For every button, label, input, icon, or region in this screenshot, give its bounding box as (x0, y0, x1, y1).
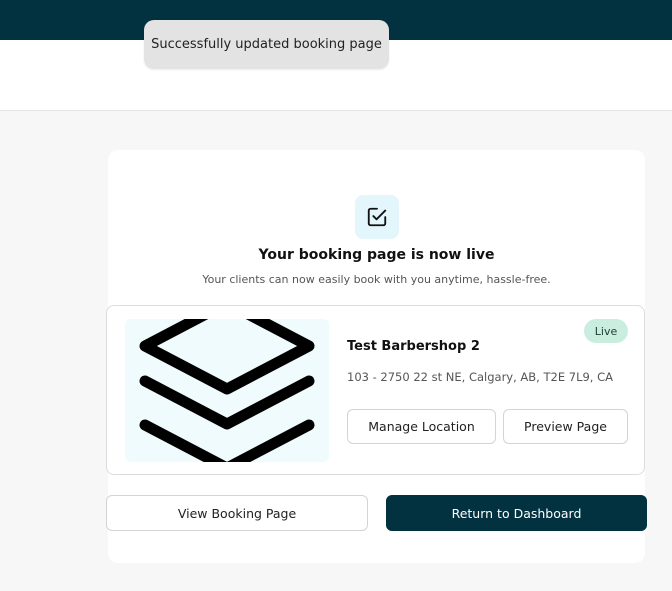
checkbox-check-icon (367, 207, 387, 227)
success-heading: Your booking page is now live (258, 247, 495, 263)
status-badge-label: Live (594, 324, 618, 338)
manage-location-button[interactable]: Manage Location (347, 409, 496, 444)
success-subtext: Your clients can now easily book with yo… (202, 273, 551, 286)
layers-icon (139, 319, 315, 462)
toast-message: Successfully updated booking page (151, 37, 382, 52)
success-toast: Successfully updated booking page (144, 20, 389, 69)
preview-page-button[interactable]: Preview Page (503, 409, 628, 444)
manage-location-label: Manage Location (368, 419, 475, 434)
return-to-dashboard-label: Return to Dashboard (451, 505, 582, 521)
view-booking-page-label: View Booking Page (177, 505, 297, 521)
view-booking-page-button[interactable]: View Booking Page (106, 495, 368, 531)
location-thumbnail (125, 319, 329, 462)
success-icon-tile (355, 195, 399, 239)
return-to-dashboard-button[interactable]: Return to Dashboard (386, 495, 647, 531)
location-address: 103 - 2750 22 st NE, Calgary, AB, T2E 7L… (347, 370, 613, 384)
preview-page-label: Preview Page (524, 419, 607, 434)
status-badge: Live (584, 319, 628, 343)
location-name: Test Barbershop 2 (347, 339, 480, 354)
